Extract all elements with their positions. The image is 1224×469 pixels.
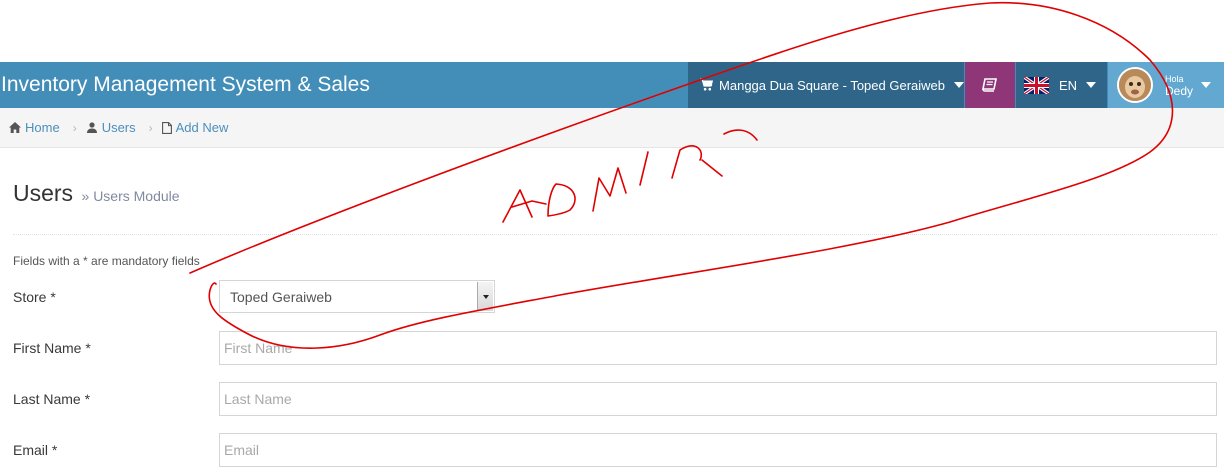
email-input[interactable] xyxy=(219,433,1217,467)
breadcrumb-add-new[interactable]: Add New xyxy=(161,120,228,135)
language-dropdown[interactable]: EN xyxy=(1016,62,1107,108)
book-icon xyxy=(982,78,997,92)
page-title: Users xyxy=(13,180,74,206)
mandatory-note: Fields with a * are mandatory fields xyxy=(13,254,200,268)
chevron-down-icon xyxy=(954,82,964,88)
last-name-label: Last Name * xyxy=(13,391,91,407)
user-menu[interactable]: Hola Dedy xyxy=(1108,62,1224,108)
store-dropdown[interactable]: Mangga Dua Square - Toped Geraiweb xyxy=(688,62,964,108)
page-header: Users » Users Module xyxy=(13,180,1217,235)
file-icon xyxy=(161,121,172,134)
store-label: Store * xyxy=(13,289,56,305)
user-name: Dedy xyxy=(1165,84,1194,98)
email-label: Email * xyxy=(13,442,58,458)
manual-button[interactable] xyxy=(965,62,1015,108)
home-icon xyxy=(9,122,21,133)
users-icon xyxy=(86,122,97,133)
chevron-down-icon xyxy=(1201,82,1212,88)
store-select-value: Toped Geraiweb xyxy=(230,289,332,305)
breadcrumb: Home › Users › Add New xyxy=(0,108,1224,148)
last-name-input[interactable] xyxy=(219,382,1217,416)
breadcrumb-separator: › xyxy=(148,120,153,135)
page-subtitle: » Users Module xyxy=(81,188,180,204)
breadcrumb-home[interactable]: Home xyxy=(9,120,60,135)
language-label: EN xyxy=(1059,77,1078,93)
avatar xyxy=(1117,67,1153,103)
store-select[interactable]: Toped Geraiweb xyxy=(219,280,495,313)
store-dropdown-label: Mangga Dua Square - Toped Geraiweb xyxy=(719,77,945,93)
chevron-down-icon[interactable] xyxy=(477,282,493,311)
first-name-label: First Name * xyxy=(13,340,91,356)
navbar: Inventory Management System & Sales Mang… xyxy=(0,62,1224,108)
breadcrumb-users[interactable]: Users xyxy=(86,120,136,135)
chevron-down-icon xyxy=(1086,82,1097,88)
uk-flag-icon xyxy=(1024,76,1049,94)
breadcrumb-separator: › xyxy=(72,120,77,135)
app-title[interactable]: Inventory Management System & Sales xyxy=(1,62,370,108)
cart-icon xyxy=(700,78,714,91)
first-name-input[interactable] xyxy=(219,331,1217,365)
